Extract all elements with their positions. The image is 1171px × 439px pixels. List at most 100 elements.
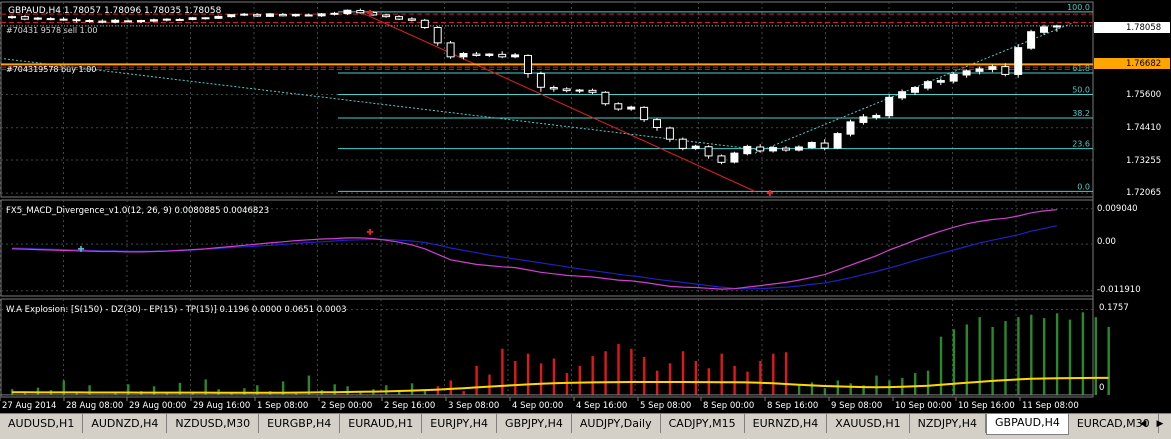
tab-audnzd-h4[interactable]: AUDNZD,H4 [83, 414, 168, 433]
time-axis-label: 8 Sep 16:00 [767, 401, 818, 411]
time-axis-label: 11 Sep 08:00 [1022, 401, 1079, 411]
tab-gbpjpy-h4[interactable]: GBPJPY,H4 [497, 414, 572, 433]
candle-body [291, 13, 300, 17]
chart-window[interactable]: 100.061.850.038.223.60.0 1.780581.766821… [0, 0, 1171, 413]
fibonacci-retracement[interactable]: 100.0 61.8 50.0 38.2 23.6 0.0 [3, 3, 1093, 192]
tab-xauusd-h1[interactable]: XAUUSD,H1 [827, 414, 910, 433]
candle-body [911, 87, 919, 93]
tab-cadjpy-m15[interactable]: CADJPY,M15 [661, 414, 745, 433]
wa-bar [797, 385, 801, 395]
candle-body [1014, 47, 1023, 75]
price-axis-label: 1.75600 [1126, 90, 1161, 100]
candle-body [511, 54, 520, 58]
candle-body [253, 14, 262, 17]
wa-bar [720, 353, 723, 395]
wa-bar [914, 373, 917, 395]
candle-body [343, 9, 352, 15]
wa-bar [823, 388, 827, 395]
candle-body [1040, 26, 1048, 33]
tab-nzdusd-m30[interactable]: NZDUSD,M30 [167, 414, 260, 433]
wa-bar [939, 336, 943, 395]
fib-level-label: 23.6 [1072, 140, 1090, 149]
time-axis-label: 8 Sep 00:00 [703, 401, 754, 411]
tab-audjpy-daily[interactable]: AUDJPY,Daily [572, 414, 661, 433]
candle-body [214, 15, 223, 19]
time-axis-label: 10 Sep 16:00 [958, 401, 1015, 411]
tab-audusd-h1[interactable]: AUDUSD,H1 [0, 414, 84, 433]
candle-body [137, 20, 145, 23]
candle-body [846, 121, 855, 135]
candle-body [524, 54, 532, 75]
time-axis-label: 5 Sep 08:00 [640, 401, 691, 411]
time-axis-label: 29 Aug 00:00 [129, 401, 186, 411]
wa-bar [772, 353, 775, 395]
wa-bar [449, 380, 452, 395]
candle-body [330, 12, 339, 15]
candle-body [20, 16, 29, 20]
candle-body [149, 19, 158, 22]
tab-nzdjpy-h4[interactable]: NZDJPY,H4 [910, 414, 987, 433]
candle-body [1052, 25, 1061, 28]
wa-bar [423, 390, 427, 395]
wa-bar [617, 343, 620, 395]
candle-body [124, 20, 133, 23]
candle-body [782, 147, 790, 151]
candle-body [433, 27, 442, 44]
tab-scroll-right-icon[interactable]: ▶ [1153, 416, 1167, 432]
candle-body [820, 142, 829, 149]
wa-bar [875, 375, 878, 395]
time-axis-label: 4 Sep 16:00 [576, 401, 627, 411]
tab-scroll-left-icon[interactable]: ◀ [1136, 416, 1150, 432]
wa-bar [501, 348, 504, 395]
candle-body [872, 114, 881, 118]
candle-body [627, 106, 636, 110]
tab-gbpaud-h4[interactable]: GBPAUD,H4 [986, 414, 1069, 435]
price-axis-label: 1.74410 [1126, 123, 1161, 133]
candle-body [240, 13, 249, 16]
time-axis-label: 9 Sep 08:00 [831, 401, 882, 411]
wa-bar [926, 370, 930, 395]
tab-eurjpy-h4[interactable]: EURJPY,H4 [422, 414, 498, 433]
candle-body [59, 18, 68, 21]
wa-bar [991, 326, 994, 395]
trendline-dotted[interactable] [3, 58, 761, 151]
wa-bar [552, 358, 556, 395]
time-axis: 27 Aug 2014 28 Aug 08:00 29 Aug 00:00 29 Au… [0, 397, 1079, 411]
candle-body [717, 155, 726, 163]
tab-eurgbp-h4[interactable]: EURGBP,H4 [259, 414, 341, 433]
candle-body [833, 133, 842, 149]
wa-bar [488, 374, 491, 395]
candle-body [794, 146, 803, 151]
time-axis-label: 3 Sep 08:00 [448, 401, 499, 411]
wa-bar [539, 363, 543, 395]
fib-trendline[interactable] [359, 11, 756, 192]
wa-panel-header: W.A Explosion: [S(150) - DZ(30) - EP(15)… [6, 305, 347, 315]
candle-body [962, 70, 971, 76]
candle-body [46, 18, 55, 21]
tab-eurnzd-h4[interactable]: EURNZD,H4 [745, 414, 828, 433]
wa-bar [668, 363, 672, 395]
time-axis-label: 29 Aug 16:00 [193, 401, 250, 411]
order-lines[interactable] [1, 13, 1093, 70]
candle-body [98, 20, 107, 23]
wa-bar [591, 356, 594, 395]
wa-bar [1043, 318, 1046, 395]
candle-body [8, 16, 16, 19]
candle-body [356, 10, 365, 14]
wa-bar [810, 382, 814, 395]
candle-body [704, 146, 713, 157]
wa-bar [630, 348, 633, 395]
wa-bar [733, 365, 736, 395]
macd-signal-line [11, 225, 1058, 290]
price-panel[interactable] [0, 1, 1094, 198]
macd-axis-label: -0.011910 [1097, 285, 1141, 295]
wa-bar [88, 385, 91, 395]
tab-euraud-h1[interactable]: EURAUD,H1 [340, 414, 423, 433]
wa-bar [965, 324, 968, 395]
wa-bar [578, 365, 581, 395]
fib-level-label: 61.8 [1072, 64, 1090, 73]
candle-body [601, 91, 610, 105]
wa-bar [152, 386, 156, 395]
candle-body [420, 19, 429, 29]
wa-bar [694, 360, 698, 395]
